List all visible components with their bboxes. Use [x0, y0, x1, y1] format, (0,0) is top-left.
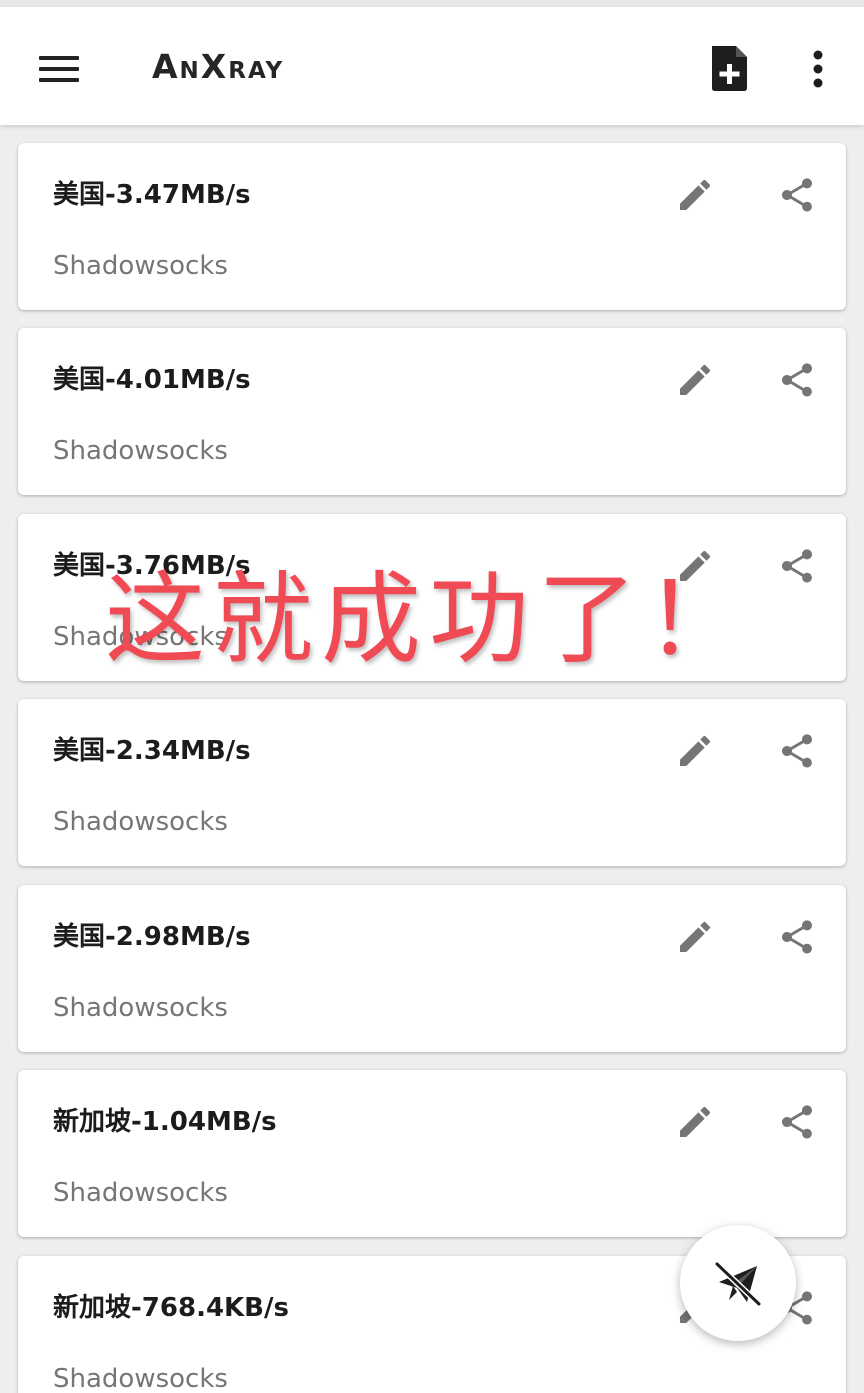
connect-fab-button[interactable]: [680, 1225, 796, 1341]
share-icon: [782, 549, 812, 583]
share-icon: [782, 363, 812, 397]
profile-name: 新加坡-768.4KB/s: [53, 1293, 289, 1323]
add-profile-button[interactable]: [700, 36, 758, 98]
profile-type: Shadowsocks: [53, 1178, 228, 1208]
profile-list: 美国-3.47MB/s Shadowsocks 美国-4.01MB/s Shad…: [0, 125, 864, 1393]
share-button[interactable]: [770, 353, 824, 407]
pencil-edit-icon: [680, 364, 711, 395]
new-profile-file-icon: [712, 46, 747, 91]
profile-type: Shadowsocks: [53, 807, 228, 837]
menu-button[interactable]: [20, 27, 98, 105]
success-overlay-text: 这就成功了！: [105, 561, 753, 678]
profile-card[interactable]: 美国-2.98MB/s Shadowsocks: [18, 885, 846, 1052]
profile-name: 新加坡-1.04MB/s: [53, 1107, 277, 1137]
profile-name: 美国-2.34MB/s: [53, 736, 251, 766]
pencil-edit-icon: [680, 1106, 711, 1137]
profile-card[interactable]: 美国-3.47MB/s Shadowsocks: [18, 143, 846, 310]
plane-disconnected-icon: [714, 1261, 762, 1307]
share-button[interactable]: [770, 539, 824, 593]
pencil-edit-icon: [680, 179, 711, 210]
profile-type: Shadowsocks: [53, 436, 228, 466]
edit-button[interactable]: [668, 353, 722, 407]
share-icon: [782, 920, 812, 954]
app-toolbar: AnXray: [0, 7, 864, 125]
edit-button[interactable]: [668, 724, 722, 778]
edit-button[interactable]: [668, 910, 722, 964]
profile-name: 美国-4.01MB/s: [53, 365, 251, 395]
share-icon: [782, 734, 812, 768]
profile-card[interactable]: 新加坡-1.04MB/s Shadowsocks: [18, 1070, 846, 1237]
more-options-button[interactable]: [798, 36, 838, 98]
more-vert-icon: [813, 50, 823, 88]
share-button[interactable]: [770, 724, 824, 778]
share-icon: [782, 178, 812, 212]
app-title: AnXray: [152, 47, 285, 86]
share-button[interactable]: [770, 1095, 824, 1149]
profile-card[interactable]: 美国-4.01MB/s Shadowsocks: [18, 328, 846, 495]
share-icon: [782, 1105, 812, 1139]
pencil-edit-icon: [680, 921, 711, 952]
hamburger-menu-icon: [39, 56, 79, 82]
profile-type: Shadowsocks: [53, 251, 228, 281]
status-bar-strip: [0, 0, 864, 7]
profile-type: Shadowsocks: [53, 1364, 228, 1393]
profile-name: 美国-3.47MB/s: [53, 180, 251, 210]
profile-card[interactable]: 美国-2.34MB/s Shadowsocks: [18, 699, 846, 866]
pencil-edit-icon: [680, 735, 711, 766]
share-button[interactable]: [770, 168, 824, 222]
edit-button[interactable]: [668, 168, 722, 222]
profile-type: Shadowsocks: [53, 993, 228, 1023]
profile-name: 美国-2.98MB/s: [53, 922, 251, 952]
edit-button[interactable]: [668, 1095, 722, 1149]
share-button[interactable]: [770, 910, 824, 964]
